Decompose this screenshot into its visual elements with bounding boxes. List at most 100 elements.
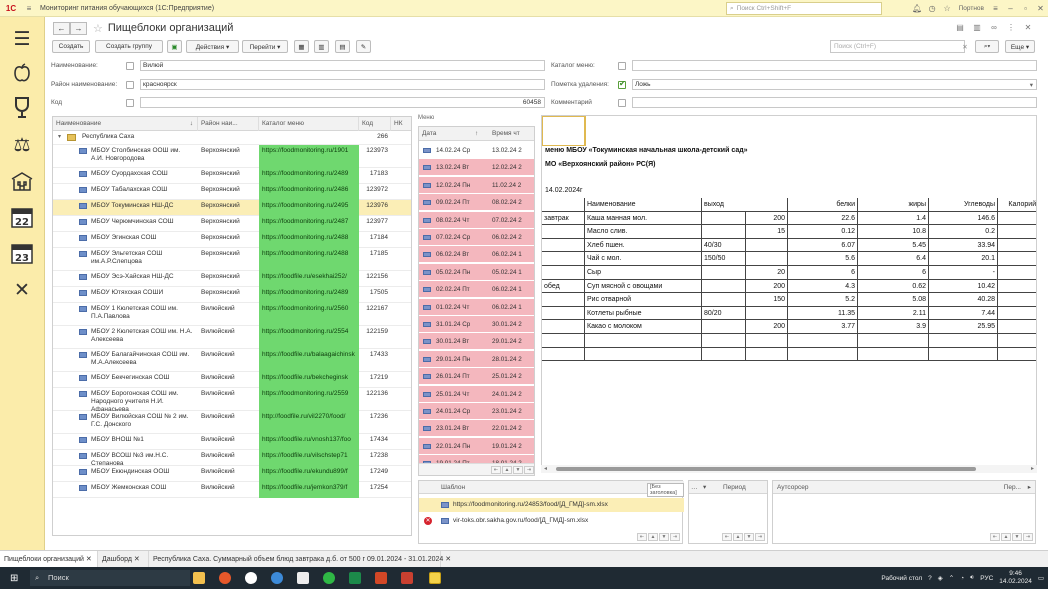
district-filter-checkbox[interactable] [126,81,134,89]
taskbar-search[interactable]: ⌕ Поиск [30,570,190,586]
scroll-up-icon[interactable]: ▲ [502,466,512,474]
out-last-icon[interactable]: ⇥ [1023,533,1033,541]
sheet-cell[interactable] [585,347,702,362]
sheet-cell[interactable]: обед [542,279,585,294]
tpl-up-icon[interactable]: ▲ [648,533,658,541]
sheet-cell[interactable]: Углеводы [929,198,998,212]
menu-row[interactable]: 23.01.24 Вт 22.01.24 2 [419,420,534,438]
org-catalog-url[interactable]: https://foodmonitoring.ru/2554 [259,326,359,349]
catalog-filter-input[interactable] [632,60,1037,71]
sheet-cell[interactable]: 40/30 [702,238,746,253]
apple-icon[interactable] [8,59,36,87]
sheet-cell[interactable]: 200 [746,211,788,226]
col-template[interactable]: Шаблон [441,484,465,491]
create-group-button[interactable]: Создать группу [95,40,163,53]
sheet-cell[interactable]: жиры [858,198,929,212]
sheet-cell[interactable] [746,306,788,321]
menu-row[interactable]: 25.01.24 Чт 24.01.24 2 [419,385,534,403]
sheet-cell[interactable]: 150/50 [702,252,746,266]
out-first-icon[interactable]: ⇤ [990,533,1000,541]
clock[interactable]: 9:46 14.02.2024 [999,570,1032,586]
col-time[interactable]: Время чт [489,127,534,141]
table-row[interactable]: МБОУ ВНОШ №1 Вилюйский https://foodfile.ru… [53,434,411,450]
chrome-app-icon[interactable] [271,572,283,584]
menu-row[interactable]: 07.02.24 Ср 06.02.24 2 [419,229,534,246]
favorite-star-icon[interactable]: ☆ [93,22,103,35]
sheet-cell[interactable]: 200 [746,320,788,334]
col-catalog[interactable]: Каталог меню [259,117,359,131]
tab-dashboard[interactable]: Дашборд ✕ [98,551,149,568]
table-row[interactable]: МБОУ Эсэ-Хайская НШ-ДС Верхоянский https:/… [53,271,411,287]
sheet-cell[interactable] [998,225,1036,239]
table-row[interactable]: МБОУ 1 Кюлетская СОШ им. П.А.Павлова Вилю… [53,303,411,326]
keyboard-layout[interactable]: РУС [980,575,993,582]
col-date[interactable]: Дата ↑ [419,127,487,141]
deletion-filter-select[interactable]: Ложь ▾ [632,79,1037,90]
close-icon[interactable]: ✕ [1033,4,1048,13]
menu-row[interactable]: 22.01.24 Пн 19.01.24 2 [419,437,534,455]
sheet-cell[interactable]: 150 [746,293,788,307]
sheet-cell[interactable]: 2.11 [858,306,929,321]
table-row[interactable]: МБОУ Эльгетская СОШ им.А.Р.Слепцова Верхо… [53,248,411,271]
explorer-app-icon[interactable] [193,572,205,584]
sheet-cell[interactable] [702,225,746,239]
tab-report[interactable]: Республика Саха. Суммарный объем блюд за… [149,551,451,568]
name-filter-checkbox[interactable] [126,62,134,70]
1c-app-icon[interactable] [429,572,441,584]
sheet-cell[interactable] [929,347,998,362]
sheet-cell[interactable]: 25.95 [929,320,998,334]
sheet-cell[interactable] [542,225,585,239]
table-row[interactable]: МБОУ Екюндинская ООШ Вилюйский https://foo… [53,466,411,482]
history-icon[interactable]: ◷ [925,4,940,13]
help-icon[interactable]: ? [928,575,932,582]
print-icon[interactable]: ▤ [954,21,966,33]
sheet-cell[interactable]: 146.6 [929,211,998,226]
tray-chevron-icon[interactable]: ⌃ [949,574,954,582]
sheet-cell[interactable] [585,334,702,348]
sheet-cell[interactable]: Калорийн [998,198,1036,212]
sheet-cell[interactable]: 10.42 [929,279,998,294]
period-last-icon[interactable]: ⇥ [755,533,765,541]
sheet-cell[interactable] [858,334,929,348]
tab-close-icon[interactable]: ✕ [134,556,140,563]
sheet-cell[interactable] [788,347,858,362]
sheet-cell[interactable] [702,347,746,362]
list-view-icon[interactable]: ▦ [294,40,309,53]
sheet-cell[interactable]: 10.8 [858,225,929,239]
sheet-cell[interactable] [542,306,585,321]
scroll-first-icon[interactable]: ⇤ [491,466,501,474]
table-row[interactable]: МБОУ ВСОШ №3 им.Н.С. Степанова Вилюйский h… [53,450,411,466]
sheet-cell[interactable]: 1 [998,320,1036,334]
sheet-cell[interactable]: 6 [858,266,929,280]
sheet-cell[interactable] [542,266,585,280]
org-catalog-url[interactable]: https://foodfile.ru/jemkon379/f [259,482,359,498]
col-name[interactable]: Наименование ↓ [53,117,198,131]
desktop-label[interactable]: Рабочий стол [881,575,922,582]
sheet-cell[interactable]: 0.12 [788,225,858,239]
menu-row[interactable]: 06.02.24 Вт 06.02.24 1 [419,246,534,264]
templates-table[interactable]: Шаблон [Без заголовка] https://foodmonit… [418,480,684,544]
menu-row[interactable]: 14.02.24 Ср 13.02.24 2 [419,142,534,159]
menu-list-scrollbar[interactable]: ⇤ ▲ ▼ ⇥ [419,463,534,475]
table-row[interactable]: МБОУ Жемконская СОШ Вилюйский https://food… [53,482,411,498]
sheet-cell[interactable] [702,211,746,226]
menu-row[interactable]: 31.01.24 Ср 30.01.24 2 [419,316,534,333]
volume-icon[interactable]: 🔉︎ [970,574,974,582]
expand-triangle-icon[interactable]: ▾ [58,133,61,140]
template-row[interactable]: https://foodmonitoring.ru/24853/food/[Д_… [419,498,684,512]
sheet-cell[interactable] [929,334,998,348]
yandex-app-icon[interactable] [245,572,257,584]
form-close-icon[interactable]: ✕ [1022,21,1034,33]
tab-close-icon[interactable]: ✕ [445,556,451,563]
sheet-cell[interactable] [542,238,585,253]
scales-icon[interactable]: ⚖ [8,131,36,159]
catalog-filter-checkbox[interactable] [618,62,626,70]
sheet-cell[interactable]: 5.08 [858,293,929,307]
org-catalog-url[interactable]: https://foodfile.ru/vnosh137/foo [259,434,359,450]
sheet-cell[interactable]: 0.62 [858,279,929,294]
hamburger-icon[interactable]: ≡ [22,0,36,17]
scroll-thumb[interactable] [556,467,976,471]
sheet-cell[interactable] [702,320,746,334]
table-row[interactable]: МБОУ Столбинская ООШ им. А.И. Новгородов… [53,145,411,168]
org-catalog-url[interactable]: https://foodfile.ru/bekcheginsk [259,372,359,388]
